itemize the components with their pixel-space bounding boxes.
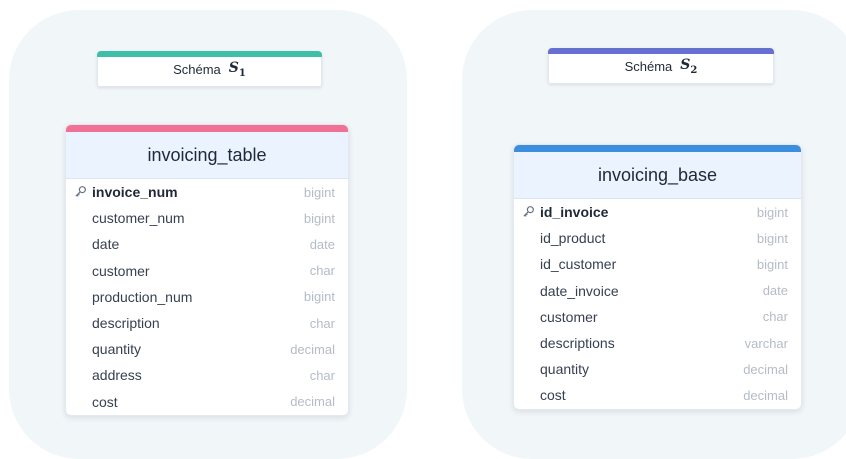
column-name: customer <box>540 308 598 325</box>
column-type: bigint <box>303 289 335 305</box>
schema-2-symbol: S2 <box>680 56 698 76</box>
column-type: bigint <box>756 256 788 272</box>
column-type: char <box>762 309 788 325</box>
column-name: quantity <box>540 361 590 378</box>
table-row[interactable]: cost decimal <box>66 389 348 415</box>
table-row[interactable]: quantity decimal <box>66 336 348 362</box>
table-row[interactable]: date_invoice date <box>514 278 801 304</box>
table-2-columns: id_invoice bigint id_product bigint id_custo… <box>514 199 801 409</box>
column-name: address <box>92 367 142 384</box>
invoicing-base-card[interactable]: invoicing_base id_invoice bigint id_produc… <box>513 144 802 410</box>
column-name: id_product <box>540 230 606 247</box>
column-type: decimal <box>290 341 335 357</box>
table-row[interactable]: customer char <box>66 258 348 284</box>
column-name: description <box>92 315 160 332</box>
table-row[interactable]: quantity decimal <box>514 356 801 382</box>
column-type: decimal <box>743 387 788 403</box>
schema-2-label: Schéma S2 <box>548 48 774 84</box>
column-name: date <box>92 236 120 253</box>
table-row[interactable]: cost decimal <box>514 382 801 408</box>
column-type: char <box>309 367 335 383</box>
schema-1-label-text: Schéma <box>173 61 221 77</box>
column-type: bigint <box>303 184 335 200</box>
table-row[interactable]: customer_num bigint <box>66 205 348 231</box>
invoicing-table-card[interactable]: invoicing_table invoice_num bigint custome… <box>65 124 349 416</box>
column-name: cost <box>92 393 118 410</box>
column-type: char <box>309 263 335 279</box>
table-row[interactable]: customer char <box>514 304 801 330</box>
table-row[interactable]: invoice_num bigint <box>66 179 348 205</box>
table-1-columns: invoice_num bigint customer_num bigint date d… <box>66 179 348 415</box>
table-row[interactable]: production_num bigint <box>66 284 348 310</box>
key-icon <box>74 185 87 198</box>
table-row[interactable]: id_invoice bigint <box>514 199 801 225</box>
table-row[interactable]: id_customer bigint <box>514 251 801 277</box>
column-name: production_num <box>92 288 193 305</box>
schema-1-label: Schéma S1 <box>97 51 322 87</box>
column-name: quantity <box>92 341 142 358</box>
key-icon <box>522 205 535 218</box>
table-row[interactable]: date date <box>66 231 348 257</box>
column-type: bigint <box>303 210 335 226</box>
column-name: invoice_num <box>92 184 178 201</box>
column-type: date <box>762 283 788 299</box>
schema-1-symbol: S1 <box>228 59 246 79</box>
column-type: bigint <box>756 230 788 246</box>
table-2-title: invoicing_base <box>514 145 801 199</box>
column-type: char <box>309 315 335 331</box>
column-type: decimal <box>743 361 788 377</box>
column-type: decimal <box>290 394 335 410</box>
column-name: id_invoice <box>540 204 609 221</box>
table-1-title: invoicing_table <box>66 125 348 179</box>
column-name: customer_num <box>92 210 185 227</box>
column-name: id_customer <box>540 256 617 273</box>
column-name: cost <box>540 387 566 404</box>
column-type: bigint <box>756 204 788 220</box>
column-name: date_invoice <box>540 282 619 299</box>
table-row[interactable]: id_product bigint <box>514 225 801 251</box>
schema-2-label-text: Schéma <box>624 58 673 74</box>
table-row[interactable]: description char <box>66 310 348 336</box>
column-name: descriptions <box>540 335 615 352</box>
table-row[interactable]: address char <box>66 362 348 388</box>
table-row[interactable]: descriptions varchar <box>514 330 801 356</box>
column-type: varchar <box>744 335 788 351</box>
column-type: date <box>309 236 335 252</box>
column-name: customer <box>92 262 150 279</box>
